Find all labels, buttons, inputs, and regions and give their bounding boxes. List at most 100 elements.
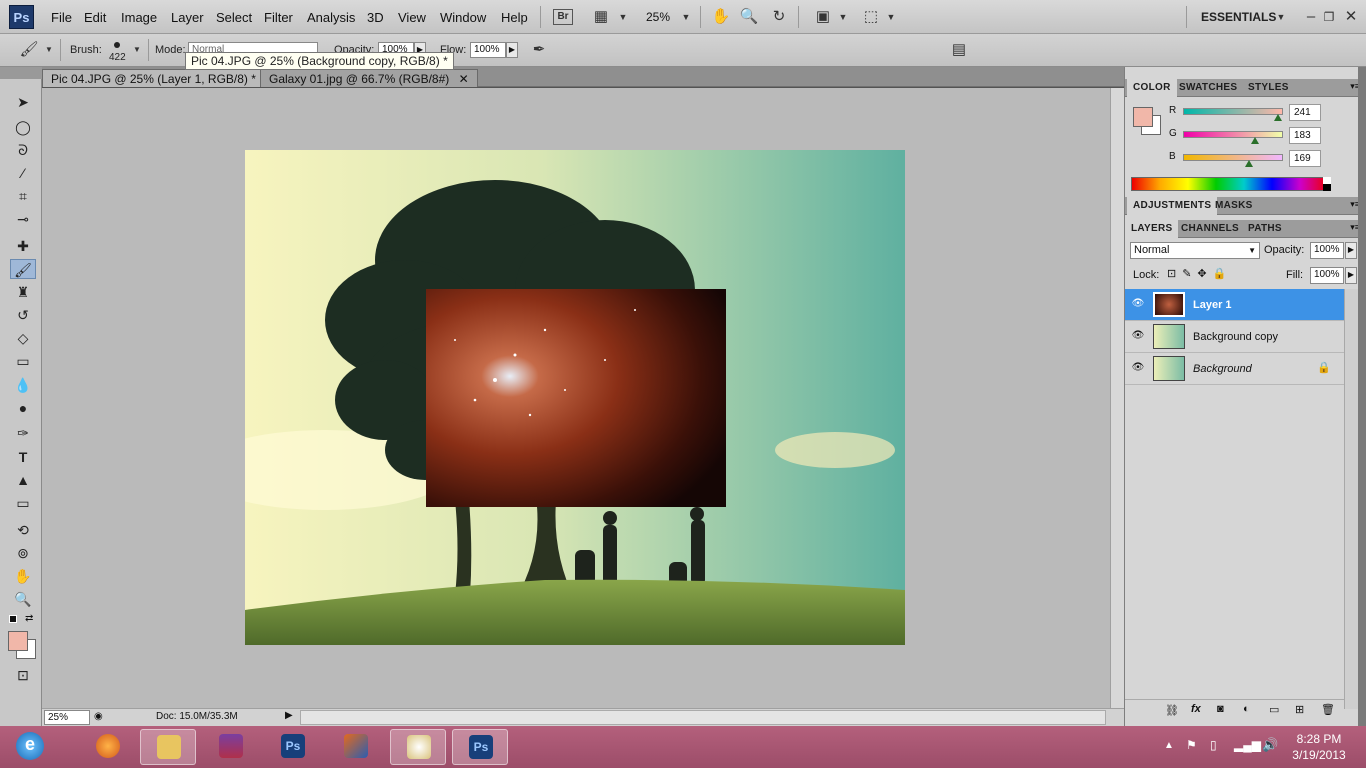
- hand-tool-icon[interactable]: ✋: [710, 6, 732, 28]
- tab-styles[interactable]: STYLES: [1242, 79, 1295, 97]
- taskbar-paint[interactable]: [390, 729, 446, 765]
- channel-r-slider[interactable]: [1183, 108, 1283, 115]
- brush-preset-dropdown-icon[interactable]: ▼: [38, 39, 60, 61]
- clone-stamp-icon[interactable]: ♜: [10, 282, 36, 302]
- swap-colors-icon[interactable]: ⇄: [25, 613, 33, 624]
- close-icon[interactable]: ✕: [1340, 6, 1362, 28]
- bridge-button[interactable]: Br: [553, 9, 573, 25]
- taskbar-winrar[interactable]: [203, 729, 259, 765]
- channel-r-input[interactable]: 241: [1289, 104, 1321, 121]
- default-colors-icon[interactable]: [9, 615, 17, 623]
- tab-channels[interactable]: CHANNELS: [1175, 220, 1245, 238]
- arrange-documents-icon[interactable]: ▣: [812, 6, 834, 28]
- vertical-scrollbar[interactable]: [1110, 88, 1124, 708]
- shape-tool-icon[interactable]: ▭: [10, 493, 36, 513]
- eye-icon[interactable]: 👁: [1131, 362, 1145, 374]
- workspace-dropdown-icon[interactable]: ▼: [1270, 6, 1292, 28]
- eye-icon[interactable]: 👁: [1131, 298, 1145, 310]
- 3d-orbit-icon[interactable]: ⊚: [10, 543, 36, 563]
- pen-tool-icon[interactable]: ✑: [10, 423, 36, 443]
- tab-pic-04[interactable]: Pic 04.JPG @ 25% (Layer 1, RGB/8) * ✕: [42, 69, 285, 87]
- document-image[interactable]: [245, 150, 905, 645]
- arrange-dropdown-icon[interactable]: ▼: [832, 6, 854, 28]
- flow-input[interactable]: 100%: [470, 42, 506, 58]
- layer-row-background-copy[interactable]: 👁 Background copy: [1125, 321, 1345, 353]
- horizontal-scrollbar[interactable]: [300, 710, 1106, 725]
- layer-mask-icon[interactable]: ◙: [1217, 703, 1224, 715]
- zoom-tool-icon[interactable]: 🔍: [738, 6, 760, 28]
- flow-arrow-icon[interactable]: ▶: [506, 42, 518, 58]
- menu-window[interactable]: Window: [440, 10, 486, 25]
- black-white-ramp[interactable]: [1323, 177, 1331, 191]
- taskbar-photoshop-active[interactable]: Ps: [452, 729, 508, 765]
- menu-select[interactable]: Select: [216, 10, 252, 25]
- tab-adjustments[interactable]: ADJUSTMENTS: [1127, 197, 1218, 215]
- layer-opacity-arrow-icon[interactable]: ▶: [1345, 242, 1357, 259]
- zoom-tool-icon[interactable]: 🔍: [10, 589, 36, 609]
- foreground-color-swatch[interactable]: [1133, 107, 1153, 127]
- layers-scrollbar[interactable]: [1344, 289, 1358, 709]
- tab-swatches[interactable]: SWATCHES: [1173, 79, 1243, 97]
- dodge-tool-icon[interactable]: ●: [10, 398, 36, 418]
- crop-tool-icon[interactable]: ⌗: [10, 186, 36, 206]
- menu-filter[interactable]: Filter: [264, 10, 293, 25]
- eyedropper-icon[interactable]: ⊸: [10, 209, 36, 229]
- status-menu-icon[interactable]: ◉: [94, 711, 103, 722]
- menu-edit[interactable]: Edit: [84, 10, 106, 25]
- zoom-level[interactable]: 25%: [646, 10, 670, 24]
- layer-opacity-input[interactable]: 100%: [1310, 242, 1344, 259]
- lasso-tool-icon[interactable]: ᘐ: [10, 140, 36, 160]
- brush-preset-icon[interactable]: 🖌: [18, 39, 40, 61]
- screen-mode-dropdown-icon[interactable]: ▼: [880, 6, 902, 28]
- tools-panel-header[interactable]: [0, 67, 42, 79]
- rotate-view-icon[interactable]: ↻: [768, 6, 790, 28]
- color-spectrum-ramp[interactable]: [1131, 177, 1329, 191]
- system-clock[interactable]: 8:28 PM 3/19/2013: [1284, 731, 1354, 763]
- tab-masks[interactable]: MASKS: [1209, 197, 1259, 215]
- layer-style-icon[interactable]: fx: [1191, 703, 1201, 715]
- brush-tip-icon[interactable]: [114, 42, 120, 48]
- panel-collapse-strip[interactable]: [1358, 67, 1366, 726]
- tray-expand-icon[interactable]: ▲: [1164, 740, 1174, 751]
- taskbar-photoshop[interactable]: Ps: [265, 729, 321, 765]
- network-icon[interactable]: ▂▄▆: [1234, 738, 1261, 752]
- menu-layer[interactable]: Layer: [171, 10, 204, 25]
- taskbar-explorer[interactable]: [140, 729, 196, 765]
- battery-icon[interactable]: ▯: [1210, 738, 1217, 752]
- adjustment-layer-icon[interactable]: ◐: [1243, 703, 1250, 715]
- new-layer-icon[interactable]: ⊞: [1295, 703, 1304, 716]
- move-tool-icon[interactable]: ➤: [10, 92, 36, 112]
- channel-b-thumb[interactable]: [1245, 160, 1254, 167]
- menu-help[interactable]: Help: [501, 10, 528, 25]
- marquee-tool-icon[interactable]: ◯: [10, 117, 36, 137]
- workspace-switcher[interactable]: ESSENTIALS: [1201, 10, 1276, 24]
- fill-arrow-icon[interactable]: ▶: [1345, 267, 1357, 284]
- zoom-dropdown-icon[interactable]: ▼: [675, 6, 697, 28]
- menu-3d[interactable]: 3D: [367, 10, 384, 25]
- gradient-tool-icon[interactable]: ▭: [10, 351, 36, 371]
- close-icon[interactable]: ✕: [459, 72, 469, 86]
- channel-r-thumb[interactable]: [1273, 114, 1282, 121]
- channel-g-thumb[interactable]: [1250, 137, 1259, 144]
- channel-b-slider[interactable]: [1183, 154, 1283, 161]
- hand-tool-icon[interactable]: ✋: [10, 566, 36, 586]
- airbrush-icon[interactable]: ✒: [528, 39, 550, 61]
- menu-view[interactable]: View: [398, 10, 426, 25]
- channel-g-input[interactable]: 183: [1289, 127, 1321, 144]
- quick-mask-icon[interactable]: ⊡: [10, 665, 36, 685]
- eye-icon[interactable]: 👁: [1131, 330, 1145, 342]
- tab-layers[interactable]: LAYERS: [1125, 220, 1179, 238]
- menu-analysis[interactable]: Analysis: [307, 10, 355, 25]
- menu-image[interactable]: Image: [121, 10, 157, 25]
- path-selection-icon[interactable]: ▲: [10, 470, 36, 490]
- start-button[interactable]: e: [2, 729, 58, 765]
- channel-b-input[interactable]: 169: [1289, 150, 1321, 167]
- taskbar-firefox[interactable]: [80, 729, 136, 765]
- trash-icon[interactable]: 🗑: [1321, 703, 1335, 716]
- eraser-icon[interactable]: ◇: [10, 328, 36, 348]
- healing-brush-icon[interactable]: ✚: [10, 236, 36, 256]
- zoom-field[interactable]: 25%: [44, 710, 90, 725]
- blur-tool-icon[interactable]: 💧: [10, 375, 36, 395]
- flag-icon[interactable]: ⚑: [1186, 738, 1197, 752]
- tab-paths[interactable]: PATHS: [1242, 220, 1288, 238]
